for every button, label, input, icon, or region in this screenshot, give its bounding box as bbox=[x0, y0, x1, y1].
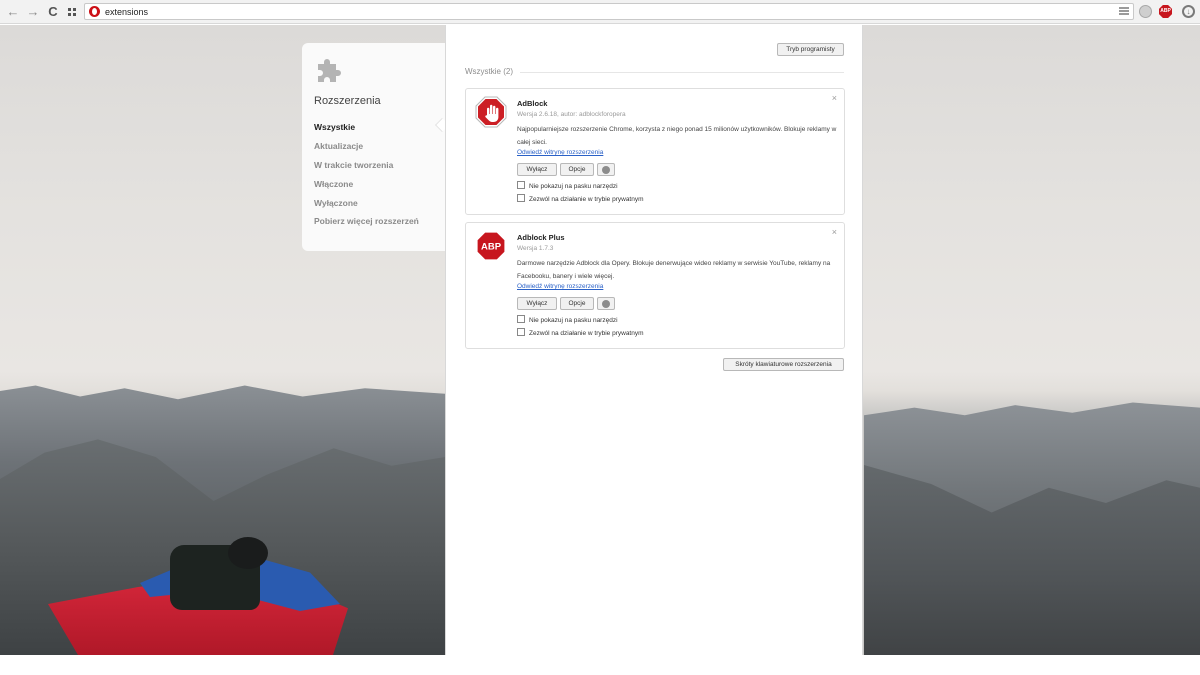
remove-extension-close-icon[interactable]: × bbox=[832, 93, 837, 103]
bottom-strip bbox=[0, 655, 1200, 675]
info-icon bbox=[602, 166, 610, 174]
speed-dial-grid-icon[interactable] bbox=[65, 4, 81, 20]
address-bar[interactable]: extensions bbox=[84, 3, 1134, 20]
private-mode-checkbox[interactable] bbox=[517, 328, 525, 336]
sidebar-item-disabled[interactable]: Wyłączone bbox=[314, 198, 358, 208]
abp-icon-text: ABP bbox=[481, 242, 502, 253]
developer-mode-button[interactable]: Tryb programisty bbox=[777, 43, 844, 56]
browser-toolbar: ← → C extensions ABP ↓ bbox=[0, 0, 1200, 24]
disable-button[interactable]: Wyłącz bbox=[517, 163, 557, 176]
visit-website-link[interactable]: Odwiedź witrynę rozszerzenia bbox=[517, 283, 603, 290]
stop-hand-icon bbox=[475, 96, 507, 128]
forward-arrow-icon[interactable]: → bbox=[25, 4, 41, 20]
hide-toolbar-checkbox[interactable] bbox=[517, 181, 525, 189]
hide-toolbar-label: Nie pokazuj na pasku narzędzi bbox=[529, 317, 618, 324]
extension-name: AdBlock bbox=[517, 99, 548, 108]
ghost-extension-icon[interactable] bbox=[1139, 5, 1152, 18]
extension-version: Wersja 2.6.18, autor: adblockforopera bbox=[517, 111, 626, 118]
sidebar-item-updates[interactable]: Aktualizacje bbox=[314, 141, 363, 151]
url-text[interactable]: extensions bbox=[105, 5, 148, 19]
extension-name: Adblock Plus bbox=[517, 233, 565, 242]
download-status-icon[interactable]: ↓ bbox=[1182, 5, 1195, 18]
disable-button[interactable]: Wyłącz bbox=[517, 297, 557, 310]
private-mode-option: Zezwól na działanie w trybie prywatnym bbox=[517, 194, 644, 203]
reload-icon[interactable]: C bbox=[45, 4, 61, 20]
extension-description: Najpopularniejsze rozszerzenie Chrome, k… bbox=[517, 126, 837, 146]
sidebar-title: Rozszerzenia bbox=[314, 95, 381, 107]
private-mode-label: Zezwól na działanie w trybie prywatnym bbox=[529, 330, 644, 337]
hide-toolbar-label: Nie pokazuj na pasku narzędzi bbox=[529, 183, 618, 190]
extension-card-adblock: × AdBlock Wersja 2.6.18, autor: adblockf… bbox=[465, 88, 845, 215]
sidebar-item-developer[interactable]: W trakcie tworzenia bbox=[314, 160, 393, 170]
sidebar-item-all[interactable]: Wszystkie bbox=[314, 122, 355, 132]
adblock-plus-toolbar-icon[interactable]: ABP bbox=[1159, 5, 1172, 18]
extensions-main-panel: Tryb programisty Wszystkie (2) × AdBlock… bbox=[445, 25, 863, 655]
opera-logo-icon bbox=[89, 6, 100, 17]
speed-dial-add-icon[interactable] bbox=[1119, 7, 1129, 16]
hide-toolbar-option: Nie pokazuj na pasku narzędzi bbox=[517, 181, 618, 190]
private-mode-option: Zezwól na działanie w trybie prywatnym bbox=[517, 328, 644, 337]
extension-card-adblock-plus: × ABP Adblock Plus Wersja 1.7.3 Darmowe … bbox=[465, 222, 845, 349]
puzzle-piece-icon bbox=[318, 59, 341, 82]
private-mode-checkbox[interactable] bbox=[517, 194, 525, 202]
hide-toolbar-checkbox[interactable] bbox=[517, 315, 525, 323]
info-button[interactable] bbox=[597, 163, 615, 176]
private-mode-label: Zezwól na działanie w trybie prywatnym bbox=[529, 196, 644, 203]
remove-extension-close-icon[interactable]: × bbox=[832, 227, 837, 237]
sidebar-item-get-more[interactable]: Pobierz więcej rozszerzeń bbox=[314, 216, 419, 226]
visit-website-link[interactable]: Odwiedź witrynę rozszerzenia bbox=[517, 149, 603, 156]
adblock-plus-icon: ABP bbox=[476, 231, 506, 261]
section-heading: Wszystkie (2) bbox=[465, 67, 513, 76]
extension-version: Wersja 1.7.3 bbox=[517, 245, 554, 252]
keyboard-shortcuts-button[interactable]: Skróty klawiaturowe rozszerzenia bbox=[723, 358, 844, 371]
info-button[interactable] bbox=[597, 297, 615, 310]
back-arrow-icon[interactable]: ← bbox=[5, 4, 21, 20]
options-button[interactable]: Opcje bbox=[560, 163, 594, 176]
hide-toolbar-option: Nie pokazuj na pasku narzędzi bbox=[517, 315, 618, 324]
extension-description: Darmowe narzędzie Adblock dla Opery. Blo… bbox=[517, 260, 831, 280]
options-button[interactable]: Opcje bbox=[560, 297, 594, 310]
info-icon bbox=[602, 300, 610, 308]
section-divider bbox=[520, 72, 844, 73]
wingsuit-helmet bbox=[228, 537, 268, 569]
extensions-sidebar: Rozszerzenia Wszystkie Aktualizacje W tr… bbox=[302, 43, 445, 251]
sidebar-item-enabled[interactable]: Włączone bbox=[314, 179, 353, 189]
